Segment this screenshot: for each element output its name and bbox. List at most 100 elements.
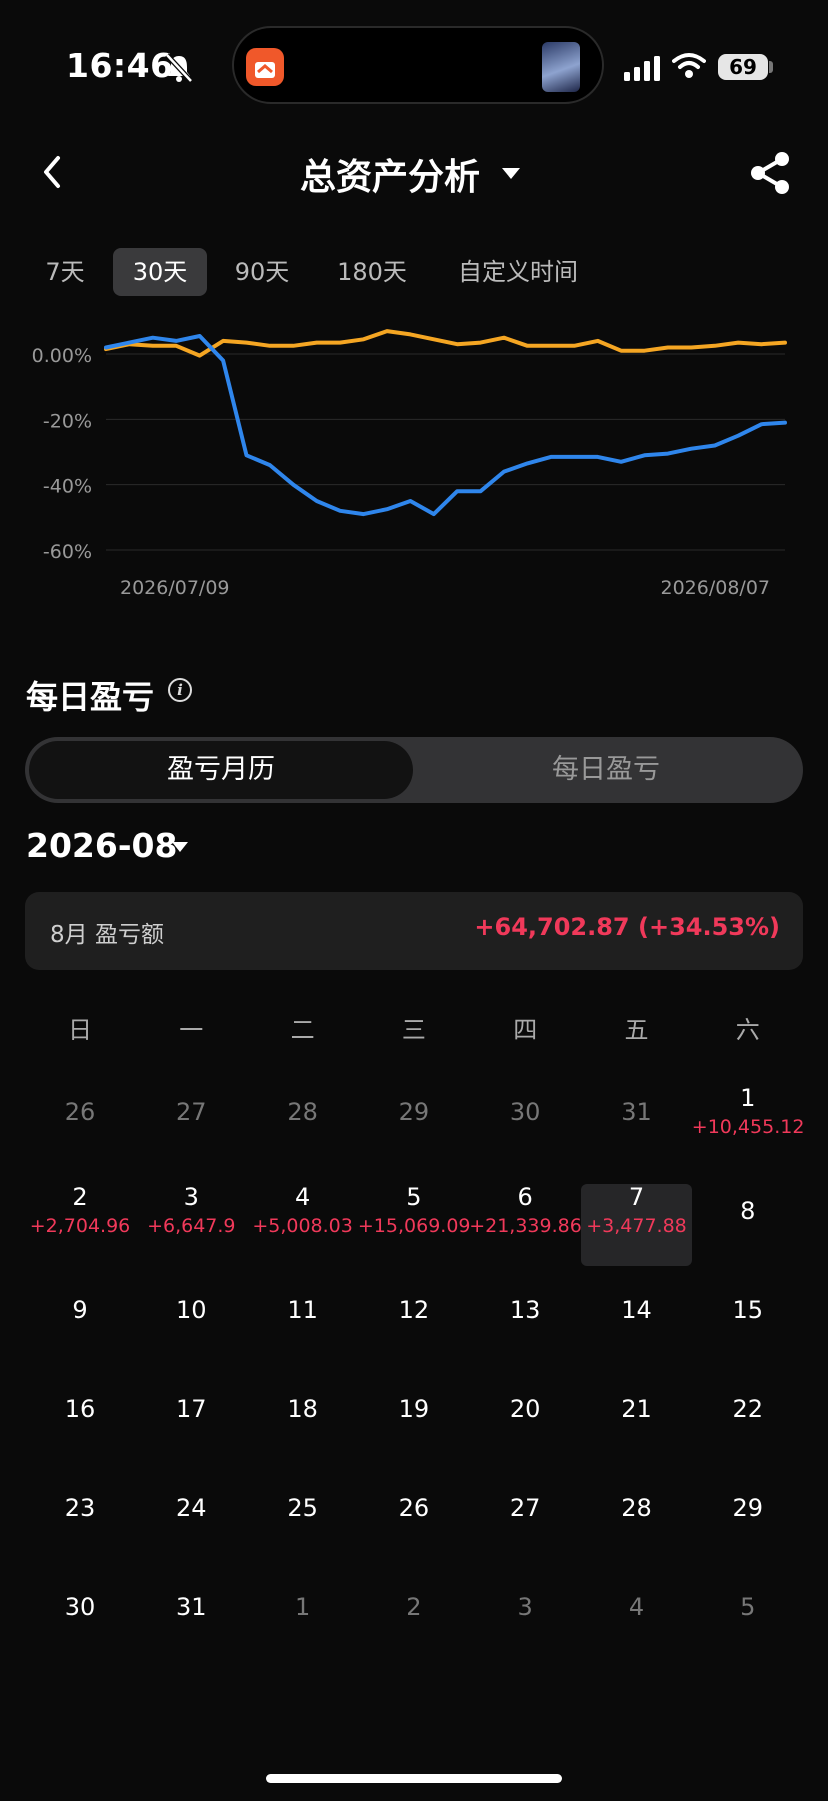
day-number: 11: [287, 1296, 318, 1324]
calendar-day[interactable]: 12: [358, 1296, 470, 1324]
day-number: 28: [287, 1098, 318, 1126]
calendar-day[interactable]: 26: [358, 1494, 470, 1522]
calendar-day[interactable]: 16: [24, 1395, 136, 1423]
calendar-day[interactable]: 6 +21,339.86: [469, 1183, 582, 1237]
series-line-2: [104, 334, 787, 517]
tab-7d[interactable]: 7天: [36, 248, 94, 296]
share-icon[interactable]: [748, 150, 792, 196]
day-number: 14: [621, 1296, 652, 1324]
day-pnl: +21,339.86: [469, 1215, 582, 1237]
calendar-day[interactable]: 26: [24, 1098, 136, 1126]
calendar-day[interactable]: 3: [469, 1593, 581, 1621]
month-selector[interactable]: 2026-08: [26, 826, 177, 865]
day-number: 8: [740, 1197, 756, 1225]
title-dropdown-icon[interactable]: [502, 168, 520, 179]
back-icon[interactable]: [36, 152, 68, 192]
day-pnl: +5,008.03: [252, 1215, 353, 1237]
tab-custom[interactable]: 自定义时间: [448, 248, 588, 296]
calendar-day[interactable]: 23: [24, 1494, 136, 1522]
weekday-label: 一: [179, 1016, 204, 1044]
day-number: 10: [176, 1296, 207, 1324]
day-number: 2: [406, 1593, 422, 1621]
calendar-day[interactable]: 9: [24, 1296, 136, 1324]
calendar-day[interactable]: 20: [469, 1395, 581, 1423]
calendar-day[interactable]: 13: [469, 1296, 581, 1324]
y-tick-label: -20%: [43, 410, 92, 432]
battery-level: 69: [718, 54, 768, 80]
day-pnl: +2,704.96: [29, 1215, 131, 1237]
day-number: 26: [64, 1098, 96, 1126]
calendar-day[interactable]: 5 +15,069.09: [358, 1183, 471, 1237]
calendar-day[interactable]: 10: [135, 1296, 247, 1324]
calendar-day[interactable]: 1: [247, 1593, 359, 1621]
status-time: 16:46: [66, 46, 174, 85]
tab-30d[interactable]: 30天: [113, 248, 207, 296]
day-number: 3: [183, 1183, 199, 1211]
calendar-day[interactable]: 3 +6,647.9: [135, 1183, 247, 1237]
toggle-daily[interactable]: 每日盈亏: [413, 741, 799, 799]
y-tick-label: -40%: [43, 476, 92, 498]
tab-180d[interactable]: 180天: [330, 248, 414, 296]
day-pnl: +3,477.88: [586, 1215, 687, 1237]
month-dropdown-icon[interactable]: [172, 842, 188, 852]
calendar-day[interactable]: 19: [358, 1395, 470, 1423]
calendar-day[interactable]: 30: [24, 1593, 136, 1621]
calendar-day[interactable]: 7 +3,477.88: [581, 1183, 693, 1237]
day-number: 7: [628, 1183, 645, 1211]
calendar-day[interactable]: 30: [469, 1098, 581, 1126]
weekday-label: 三: [401, 1016, 426, 1044]
calendar-day[interactable]: 11: [247, 1296, 359, 1324]
day-number: 15: [732, 1296, 764, 1324]
day-number: 9: [72, 1296, 88, 1324]
day-number: 21: [621, 1395, 652, 1423]
calendar-day[interactable]: 29: [358, 1098, 470, 1126]
calendar-day[interactable]: 31: [135, 1593, 247, 1621]
day-number: 31: [621, 1098, 652, 1126]
calendar-day[interactable]: 5: [692, 1593, 804, 1621]
info-icon[interactable]: i: [168, 678, 192, 702]
day-number: 16: [64, 1395, 96, 1423]
calendar-day[interactable]: 14: [581, 1296, 693, 1324]
calendar-day[interactable]: 27: [469, 1494, 581, 1522]
toggle-calendar[interactable]: 盈亏月历: [29, 741, 413, 799]
weekday-label: 五: [624, 1016, 649, 1044]
calendar-day[interactable]: 21: [581, 1395, 693, 1423]
calendar-day[interactable]: 4: [581, 1593, 693, 1621]
day-number: 2: [72, 1183, 88, 1211]
calendar-day[interactable]: 4 +5,008.03: [247, 1183, 359, 1237]
tab-90d[interactable]: 90天: [226, 248, 298, 296]
day-number: 13: [509, 1296, 541, 1324]
day-number: 3: [517, 1593, 533, 1621]
home-indicator[interactable]: [266, 1774, 562, 1783]
calendar-day[interactable]: 28: [247, 1098, 359, 1126]
day-number: 1: [740, 1084, 756, 1112]
day-pnl: +6,647.9: [147, 1215, 236, 1237]
wifi-icon: [672, 53, 706, 78]
calendar-day[interactable]: 2 +2,704.96: [24, 1183, 136, 1237]
page-title[interactable]: 总资产分析: [300, 148, 480, 200]
calendar-day[interactable]: 25: [247, 1494, 359, 1522]
calendar-day[interactable]: 31: [581, 1098, 693, 1126]
day-number: 12: [398, 1296, 430, 1324]
app-icon: [246, 48, 284, 86]
day-number: 4: [294, 1183, 311, 1211]
weekday-label: 日: [68, 1016, 92, 1044]
calendar-day[interactable]: 28: [581, 1494, 693, 1522]
calendar-day[interactable]: 8: [692, 1197, 804, 1225]
calendar-day[interactable]: 24: [135, 1494, 247, 1522]
calendar-day[interactable]: 18: [247, 1395, 359, 1423]
media-thumbnail: [542, 42, 580, 92]
calendar-day[interactable]: 22: [692, 1395, 804, 1423]
day-number: 28: [621, 1494, 652, 1522]
signal-icon: [624, 56, 660, 81]
calendar-day[interactable]: 1 +10,455.12: [692, 1084, 805, 1138]
calendar-day[interactable]: 2: [358, 1593, 470, 1621]
y-tick-label: 0.00%: [32, 345, 92, 367]
calendar-day[interactable]: 15: [692, 1296, 804, 1324]
calendar-day[interactable]: 29: [692, 1494, 804, 1522]
day-number: 27: [176, 1098, 207, 1126]
calendar-day[interactable]: 27: [135, 1098, 247, 1126]
day-number: 19: [398, 1395, 430, 1423]
calendar-day[interactable]: 17: [135, 1395, 247, 1423]
day-number: 26: [398, 1494, 430, 1522]
